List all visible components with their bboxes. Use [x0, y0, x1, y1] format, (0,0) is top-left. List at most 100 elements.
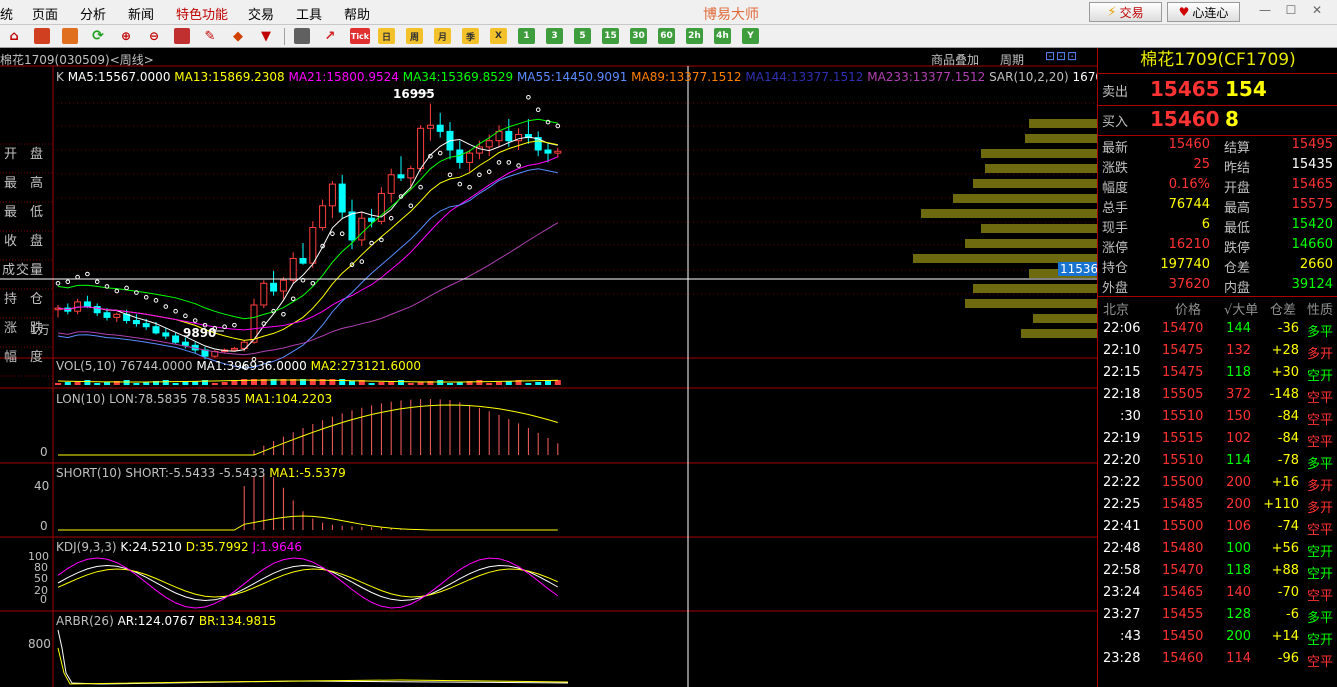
trade-button[interactable]: ⚡ 交易: [1089, 2, 1162, 22]
menu-item-analysis[interactable]: 分析: [80, 4, 106, 23]
tick-nature: 空开: [1307, 633, 1334, 648]
tick-nature: 空平: [1307, 435, 1334, 450]
tick-time: :43: [1120, 629, 1141, 644]
menu-item-tools[interactable]: 工具: [296, 4, 322, 23]
tick-row[interactable]: 22:20 15510 114 -78 多平: [1098, 451, 1337, 473]
tick-diff: -6: [1286, 607, 1299, 622]
tick-row[interactable]: 22:58 15470 118 +88 空开: [1098, 561, 1337, 583]
sell-price[interactable]: 15465: [1150, 77, 1220, 101]
candle-body: [152, 326, 160, 334]
tick-price: 15460: [1162, 651, 1204, 666]
pen-icon[interactable]: ✎: [202, 28, 218, 44]
stat-value: 16210: [1168, 237, 1210, 252]
volume-bar: [133, 383, 140, 385]
tick-header-diff: 仓差: [1270, 303, 1297, 318]
period-day[interactable]: 日: [378, 28, 395, 44]
report-icon[interactable]: [62, 28, 78, 44]
home-icon[interactable]: ⌂: [6, 28, 22, 44]
arbr-legend: ARBR(26) AR:124.0767 BR:134.9815: [56, 614, 276, 628]
tick-volume: 114: [1226, 453, 1251, 468]
menu-item-trade[interactable]: 交易: [248, 4, 274, 23]
kline-chart-area[interactable]: 棉花1709(030509)<周线> 商品叠加 周期 ⊡⊡⊡ K MA5:155…: [0, 48, 1164, 687]
zoom-in-icon[interactable]: ⊕: [118, 28, 134, 44]
period-60min[interactable]: 60: [658, 28, 675, 44]
tick-row[interactable]: 22:15 15475 118 +30 空开: [1098, 363, 1337, 385]
divider: [1098, 105, 1337, 106]
sar-dot: [467, 184, 472, 190]
menu-item-page[interactable]: 页面: [32, 4, 58, 23]
tick-diff: +16: [1271, 475, 1299, 490]
tick-row[interactable]: 22:41 15500 106 -74 空平: [1098, 517, 1337, 539]
depth-bar: [981, 224, 1097, 233]
volume-bar: [398, 380, 404, 385]
menu-item-features[interactable]: 特色功能: [176, 4, 228, 23]
quote-icon[interactable]: [34, 28, 50, 44]
period-30min[interactable]: 30: [630, 28, 647, 44]
tick-row[interactable]: 22:06 15470 144 -36 多平: [1098, 319, 1337, 341]
tick-button[interactable]: Tick: [350, 28, 370, 44]
arbr-axis-tick: 800: [28, 637, 51, 651]
tick-volume: 200: [1226, 629, 1251, 644]
quote-panel: 棉花1709(CF1709) 卖出 15465 154 买入 15460 8 最…: [1097, 48, 1337, 687]
sar-dot: [359, 259, 365, 264]
product-overlay-button[interactable]: 商品叠加: [931, 51, 979, 68]
tick-row[interactable]: 22:22 15500 200 +16 多开: [1098, 473, 1337, 495]
tick-row[interactable]: 22:25 15485 200 +110 多开: [1098, 495, 1337, 517]
tick-volume: 200: [1226, 497, 1251, 512]
menu-item-news[interactable]: 新闻: [128, 4, 154, 23]
nav-arrows-icon[interactable]: ⊡⊡⊡: [1045, 49, 1078, 63]
period-3min[interactable]: 3: [546, 28, 563, 44]
tick-row[interactable]: 22:19 15515 102 -84 空平: [1098, 429, 1337, 451]
candle-body: [319, 205, 327, 229]
vol-legend-item: 76744.0000: [120, 359, 197, 373]
buy-price[interactable]: 15460: [1150, 107, 1220, 131]
tick-row[interactable]: 22:18 15505 372 -148 空平: [1098, 385, 1337, 407]
heart-connect-button[interactable]: ♥ 心连心: [1167, 2, 1240, 22]
period-4h[interactable]: 4h: [714, 28, 731, 44]
tick-row[interactable]: 23:27 15455 128 -6 多平: [1098, 605, 1337, 627]
tick-time: 22:41: [1103, 519, 1141, 534]
period-week[interactable]: 周: [406, 28, 423, 44]
period-quarter[interactable]: 季: [462, 28, 479, 44]
period-year[interactable]: Y: [742, 28, 759, 44]
period-button[interactable]: 周期: [1000, 51, 1024, 68]
tick-row[interactable]: 23:28 15460 114 -96 空平: [1098, 649, 1337, 671]
stat-label: 总手: [1102, 201, 1129, 216]
tick-row[interactable]: :30 15510 150 -84 空平: [1098, 407, 1337, 429]
volume-bar: [349, 381, 355, 385]
window-icon[interactable]: [174, 28, 190, 44]
period-15min[interactable]: 15: [602, 28, 619, 44]
menu-item-system[interactable]: 统: [0, 4, 13, 23]
volume-bar: [211, 383, 218, 385]
arbr-br-line: [57, 647, 569, 685]
minimize-icon[interactable]: —: [1255, 3, 1275, 19]
period-month[interactable]: 月: [434, 28, 451, 44]
close-icon[interactable]: ✕: [1307, 3, 1327, 19]
tick-row[interactable]: 22:48 15480 100 +56 空开: [1098, 539, 1337, 561]
line-chart-icon[interactable]: ↗: [322, 28, 338, 44]
period-2h[interactable]: 2h: [686, 28, 703, 44]
filter-icon[interactable]: ▼: [258, 28, 274, 44]
menu-item-help[interactable]: 帮助: [344, 4, 370, 23]
stat-label: 最低: [1224, 221, 1251, 236]
table-icon[interactable]: [294, 28, 310, 44]
tick-nature: 空平: [1307, 413, 1334, 428]
period-1min[interactable]: 1: [518, 28, 535, 44]
tick-row[interactable]: 23:24 15465 140 -70 空平: [1098, 583, 1337, 605]
stat-value: 39124: [1291, 277, 1333, 292]
zoom-out-icon[interactable]: ⊖: [146, 28, 162, 44]
period-5min[interactable]: 5: [574, 28, 591, 44]
pin-icon[interactable]: ◆: [230, 28, 246, 44]
period-custom[interactable]: X: [490, 28, 507, 44]
tick-time: 22:06: [1103, 321, 1141, 336]
tick-row[interactable]: :43 15450 200 +14 空开: [1098, 627, 1337, 649]
tick-row[interactable]: 22:10 15475 132 +28 多开: [1098, 341, 1337, 363]
price-crosshair-tag: 11536: [1058, 262, 1101, 276]
candle-body: [279, 279, 287, 292]
refresh-icon[interactable]: ⟳: [90, 28, 106, 44]
tick-volume: 118: [1226, 365, 1251, 380]
sar-dot: [232, 322, 237, 328]
maximize-icon[interactable]: ☐: [1281, 3, 1301, 19]
candle-body: [113, 313, 121, 318]
tick-price: 15510: [1162, 453, 1204, 468]
